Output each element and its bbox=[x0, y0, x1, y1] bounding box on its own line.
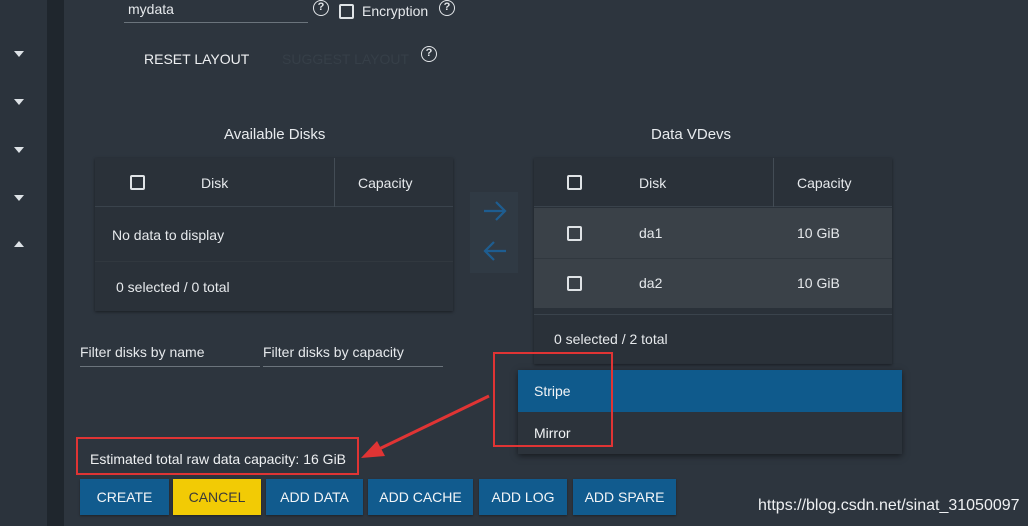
add-cache-button[interactable]: ADD CACHE bbox=[368, 479, 473, 515]
add-log-button[interactable]: ADD LOG bbox=[479, 479, 567, 515]
filter-by-name-input[interactable]: Filter disks by name bbox=[80, 344, 260, 367]
chevron-down-icon[interactable] bbox=[14, 147, 24, 153]
row-checkbox[interactable] bbox=[567, 276, 582, 291]
empty-message: No data to display bbox=[112, 227, 225, 243]
data-vdevs-table: Disk Capacity da1 10 GiB da2 10 GiB 0 se… bbox=[534, 158, 892, 364]
pool-name-field[interactable]: mydata bbox=[124, 1, 308, 23]
select-all-checkbox[interactable] bbox=[567, 175, 582, 190]
disk-name: da2 bbox=[639, 275, 663, 291]
encryption-label: Encryption bbox=[362, 3, 429, 19]
filter-by-capacity-placeholder: Filter disks by capacity bbox=[263, 344, 404, 360]
watermark: https://blog.csdn.net/sinat_31050097 bbox=[758, 497, 1020, 514]
chevron-down-icon[interactable] bbox=[14, 51, 24, 57]
add-data-button[interactable]: ADD DATA bbox=[266, 479, 363, 515]
filter-by-name-placeholder: Filter disks by name bbox=[80, 344, 205, 360]
available-disks-title: Available Disks bbox=[224, 126, 326, 143]
select-all-checkbox[interactable] bbox=[130, 175, 145, 190]
row-checkbox[interactable] bbox=[567, 226, 582, 241]
chevron-up-icon[interactable] bbox=[14, 241, 24, 247]
data-vdevs-title: Data VDevs bbox=[651, 126, 732, 143]
filter-by-capacity-input[interactable]: Filter disks by capacity bbox=[263, 344, 443, 367]
suggest-layout-button[interactable]: SUGGEST LAYOUT bbox=[282, 51, 409, 67]
footer-divider bbox=[534, 314, 892, 315]
move-buttons bbox=[470, 192, 518, 273]
reset-layout-button[interactable]: RESET LAYOUT bbox=[144, 51, 249, 67]
column-divider bbox=[773, 158, 774, 207]
disk-capacity: 10 GiB bbox=[797, 225, 840, 241]
pool-name-value: mydata bbox=[128, 1, 174, 17]
table-row[interactable]: da2 10 GiB bbox=[534, 259, 892, 308]
column-header-capacity[interactable]: Capacity bbox=[358, 175, 412, 191]
sidebar-divider bbox=[47, 0, 64, 526]
add-spare-button[interactable]: ADD SPARE bbox=[573, 479, 676, 515]
create-button[interactable]: CREATE bbox=[80, 479, 169, 515]
column-header-disk[interactable]: Disk bbox=[639, 175, 666, 191]
annotation-arrow bbox=[361, 394, 490, 458]
disk-capacity: 10 GiB bbox=[797, 275, 840, 291]
help-circle-icon[interactable]: ? bbox=[313, 0, 329, 16]
table-footer: 0 selected / 0 total bbox=[116, 279, 230, 295]
column-divider bbox=[334, 158, 335, 207]
help-circle-icon[interactable]: ? bbox=[421, 46, 437, 62]
encryption-checkbox[interactable] bbox=[339, 4, 354, 19]
help-circle-icon[interactable]: ? bbox=[439, 0, 455, 16]
arrow-left-icon[interactable] bbox=[482, 240, 508, 262]
footer-divider bbox=[95, 261, 453, 262]
column-header-disk[interactable]: Disk bbox=[201, 175, 228, 191]
estimated-capacity: Estimated total raw data capacity: 16 Gi… bbox=[90, 451, 347, 467]
chevron-down-icon[interactable] bbox=[14, 99, 24, 105]
arrow-right-icon[interactable] bbox=[482, 200, 508, 222]
cancel-button[interactable]: CANCEL bbox=[173, 479, 261, 515]
table-footer: 0 selected / 2 total bbox=[554, 331, 668, 347]
available-disks-table: Disk Capacity No data to display 0 selec… bbox=[95, 158, 453, 311]
annotation-box bbox=[493, 352, 613, 447]
column-header-capacity[interactable]: Capacity bbox=[797, 175, 851, 191]
sidebar bbox=[0, 0, 47, 526]
table-row[interactable]: da1 10 GiB bbox=[534, 208, 892, 258]
disk-name: da1 bbox=[639, 225, 663, 241]
chevron-down-icon[interactable] bbox=[14, 195, 24, 201]
